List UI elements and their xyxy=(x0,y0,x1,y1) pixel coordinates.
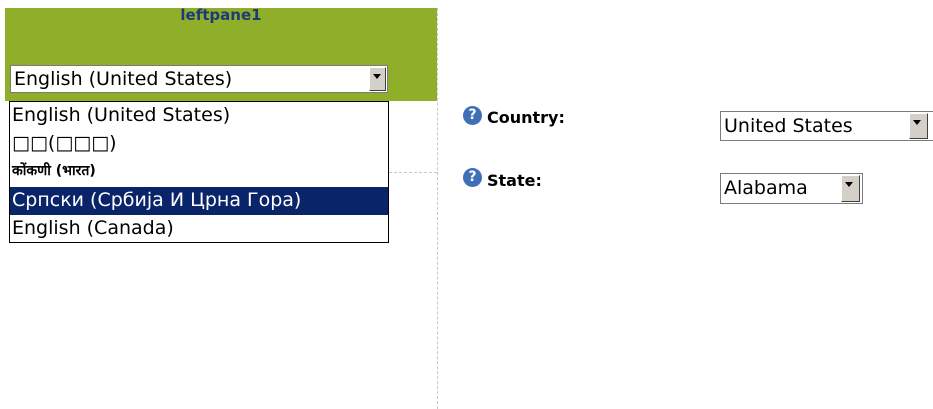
leftpane-title: leftpane1 xyxy=(180,6,262,24)
language-select[interactable]: English (United States) xyxy=(10,65,388,93)
help-icon[interactable]: ? xyxy=(463,106,482,125)
language-dropdown-list[interactable]: English (United States) □□(□□□) कोंकणी (… xyxy=(9,101,389,243)
language-option[interactable]: English (United States) xyxy=(10,102,388,130)
state-label: State: xyxy=(487,171,542,190)
country-label: Country: xyxy=(487,108,565,127)
state-select-value: Alabama xyxy=(724,177,808,199)
chevron-down-icon[interactable] xyxy=(909,113,928,139)
state-select[interactable]: Alabama xyxy=(720,173,863,204)
language-option[interactable]: कोंकणी (भारत) xyxy=(10,158,388,186)
language-select-value: English (United States) xyxy=(14,68,233,90)
pane-divider[interactable] xyxy=(437,8,438,409)
country-select[interactable]: United States xyxy=(720,111,933,141)
language-option[interactable]: □□(□□□) xyxy=(10,130,388,158)
help-icon[interactable]: ? xyxy=(463,168,482,187)
chevron-down-icon[interactable] xyxy=(841,175,860,202)
pane-divider-horizontal xyxy=(389,172,437,173)
chevron-down-icon[interactable] xyxy=(369,67,386,91)
language-option[interactable]: English (Canada) xyxy=(10,215,388,242)
country-select-value: United States xyxy=(724,115,853,137)
language-option-highlighted[interactable]: Српски (Србија И Црна Гора) xyxy=(10,187,388,215)
